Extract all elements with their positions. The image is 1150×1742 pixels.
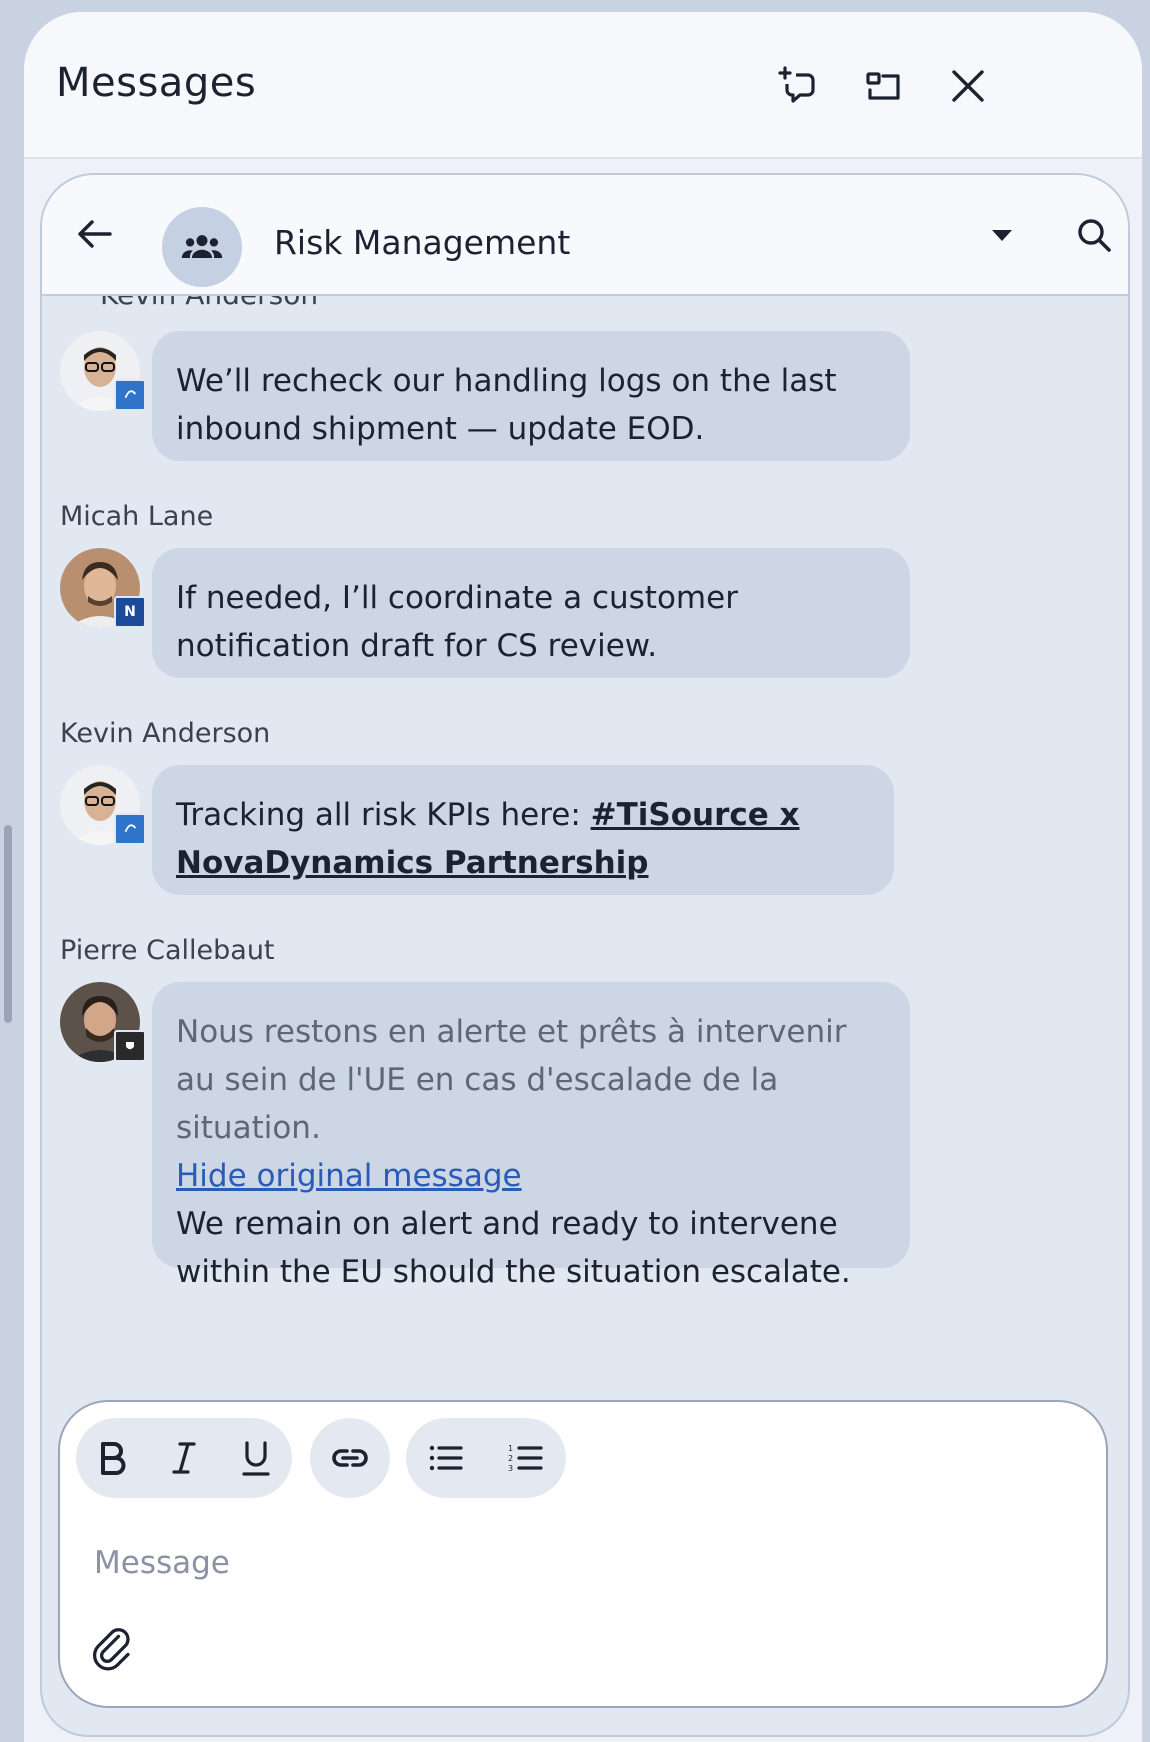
company-logo-icon	[124, 824, 137, 833]
chat-title: Risk Management	[274, 223, 571, 262]
message-list: Kevin Anderson We’ll recheck o	[42, 296, 1128, 1551]
search-icon[interactable]	[1072, 213, 1116, 257]
message-bubble: We’ll recheck our handling logs on the l…	[152, 331, 910, 461]
group-icon	[181, 235, 223, 258]
chat-window: Risk Management Kevin Anderson	[40, 173, 1130, 1737]
link-button[interactable]	[310, 1418, 390, 1498]
bullet-list-icon	[429, 1445, 463, 1471]
italic-button[interactable]	[148, 1418, 220, 1498]
underline-icon	[242, 1441, 270, 1476]
company-logo-icon	[124, 390, 137, 399]
sender-name: Micah Lane	[60, 501, 214, 532]
message-composer: 1 2 3	[58, 1400, 1108, 1708]
link-format-group	[310, 1418, 390, 1498]
bullet-list-button[interactable]	[406, 1418, 486, 1498]
back-arrow-icon[interactable]	[72, 211, 118, 257]
close-icon	[952, 70, 984, 102]
close-button[interactable]	[942, 60, 994, 112]
scrollbar[interactable]	[4, 825, 12, 1023]
text-format-group	[76, 1418, 292, 1498]
sender-name: Kevin Anderson	[100, 296, 318, 311]
translated-message-text: We remain on alert and ready to interven…	[176, 1206, 851, 1290]
company-badge: N	[114, 596, 146, 628]
new-chat-icon	[778, 66, 815, 103]
panel-title: Messages	[56, 60, 257, 106]
messages-panel: Messages Risk Management We’ll recheck o…	[24, 12, 1142, 1742]
company-badge	[114, 1030, 146, 1062]
expand-window-button[interactable]	[858, 60, 910, 112]
numbered-list-icon: 1 2 3	[508, 1444, 543, 1473]
expand-window-icon	[866, 72, 900, 100]
paperclip-icon[interactable]	[92, 1627, 140, 1675]
bold-icon	[101, 1442, 126, 1475]
sender-name: Pierre Callebaut	[60, 935, 275, 966]
italic-icon	[172, 1442, 196, 1474]
message-bubble: Tracking all risk KPIs here: #TiSource x…	[152, 765, 894, 895]
original-message-text: Nous restons en alerte et prêts à interv…	[176, 1014, 847, 1146]
hide-original-link[interactable]: Hide original message	[176, 1152, 886, 1200]
chat-header: Risk Management	[42, 175, 1128, 296]
svg-text:1: 1	[508, 1444, 513, 1453]
message-bubble: Nous restons en alerte et prêts à interv…	[152, 982, 910, 1290]
company-logo-icon	[126, 1042, 134, 1050]
message-text: Tracking all risk KPIs here:	[176, 797, 591, 833]
chevron-down-icon[interactable]	[982, 215, 1022, 255]
new-chat-button[interactable]	[772, 60, 824, 112]
underline-button[interactable]	[220, 1418, 292, 1498]
bold-button[interactable]	[76, 1418, 148, 1498]
link-icon	[332, 1449, 368, 1467]
panel-header: Messages	[24, 12, 1142, 159]
svg-text:3: 3	[508, 1464, 513, 1473]
sender-name: Kevin Anderson	[60, 718, 271, 749]
company-badge	[114, 813, 146, 845]
svg-text:2: 2	[508, 1454, 513, 1463]
numbered-list-button[interactable]: 1 2 3	[486, 1418, 566, 1498]
list-format-group: 1 2 3	[406, 1418, 566, 1498]
group-avatar	[162, 207, 242, 287]
message-input[interactable]	[92, 1532, 1076, 1594]
message-bubble: If needed, I’ll coordinate a customer no…	[152, 548, 910, 678]
company-badge	[114, 379, 146, 411]
